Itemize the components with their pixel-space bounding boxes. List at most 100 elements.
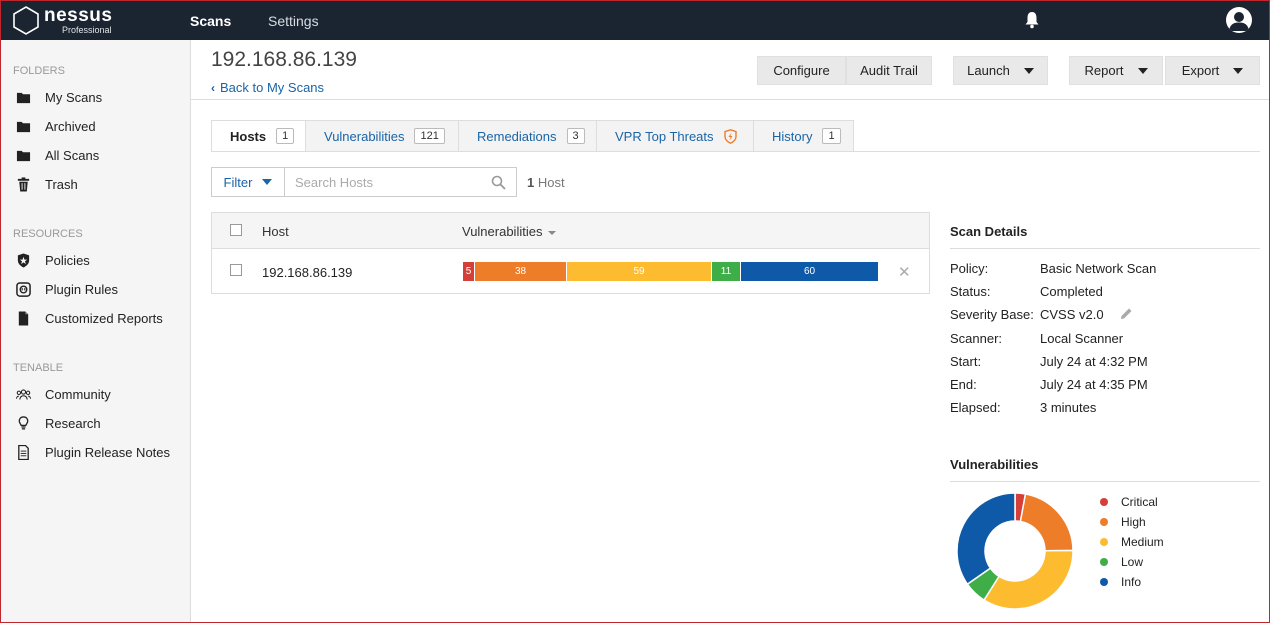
tab-count-badge: 1 [822,128,841,144]
severity-medium-segment[interactable]: 59 [567,262,711,281]
legend-dot [1100,558,1108,566]
sidebar-section-resources: RESOURCES [13,228,83,240]
tab-hosts[interactable]: Hosts 1 [211,120,306,152]
host-count-label: Host [537,175,565,190]
user-avatar-icon[interactable] [1226,7,1252,33]
launch-button[interactable]: Launch [953,56,1048,85]
sidebar-item-label: All Scans [45,147,100,163]
pencil-edit-icon[interactable] [1120,307,1133,320]
donut-slice-high[interactable] [1019,493,1074,552]
back-link-label: Back to My Scans [220,80,325,95]
launch-button-label: Launch [967,63,1010,78]
sidebar-item-label: Policies [45,252,90,268]
legend-low[interactable]: Low [1100,555,1143,569]
severity-critical-segment[interactable]: 5 [463,262,474,281]
report-button[interactable]: Report [1069,56,1163,85]
sidebar-item-policies[interactable]: Policies [14,250,90,270]
sidebar-item-my-scans[interactable]: My Scans [14,87,102,107]
notes-icon [14,444,32,460]
severity-low-segment[interactable]: 11 [712,262,740,281]
page-title: 192.168.86.139 [211,48,357,71]
sidebar-section-tenable: TENABLE [13,362,64,374]
trash-icon [14,176,32,192]
detail-label: Severity Base: [950,307,1034,322]
scan-details-divider [950,248,1260,249]
folder-icon [14,147,32,163]
legend-medium[interactable]: Medium [1100,535,1164,549]
bell-icon[interactable] [1024,11,1040,29]
scan-details-title: Scan Details [950,224,1028,239]
severity-high-segment[interactable]: 38 [475,262,566,281]
vulnerabilities-donut-chart[interactable] [955,491,1075,611]
select-all-checkbox[interactable] [230,224,242,236]
column-header-vulnerabilities[interactable]: Vulnerabilities [462,224,557,239]
tab-count-badge: 3 [566,128,585,144]
back-to-my-scans-link[interactable]: ‹ Back to My Scans [211,80,324,95]
detail-label: Scanner: [950,331,1003,346]
sidebar-item-research[interactable]: Research [14,413,101,433]
caret-down-icon [262,179,273,185]
row-host-ip[interactable]: 192.168.86.139 [262,265,352,280]
tab-history[interactable]: History 1 [754,120,854,152]
host-count-number: 1 [527,175,535,190]
sidebar-item-trash[interactable]: Trash [14,174,78,194]
detail-scanner-value: Local Scanner [1040,331,1124,346]
sidebar-item-archived[interactable]: Archived [14,116,96,136]
document-icon [14,310,32,326]
sidebar-item-customized-reports[interactable]: Customized Reports [14,308,163,328]
sidebar-item-label: Plugin Rules [45,281,118,297]
detail-severity-base-value: CVSS v2.0 [1040,307,1104,322]
search-icon[interactable] [491,175,506,190]
tab-remediations[interactable]: Remediations 3 [459,120,597,152]
lightbulb-icon [14,415,32,431]
sidebar-item-label: My Scans [45,89,103,105]
nessus-hexagon-icon [13,6,39,35]
vpr-shield-icon [723,128,737,144]
filter-button[interactable]: Filter [211,167,285,197]
people-icon [14,386,32,402]
severity-info-segment[interactable]: 60 [741,262,878,281]
brand-name: nessus [44,4,113,26]
host-count: 1 Host [527,175,565,190]
legend-dot [1100,538,1108,546]
tab-label: Hosts [230,128,267,144]
detail-status-value: Completed [1040,284,1103,299]
column-header-host[interactable]: Host [262,224,289,239]
remove-host-icon[interactable]: ✕ [898,263,911,281]
legend-critical[interactable]: Critical [1100,495,1158,509]
legend-label: Info [1121,575,1142,589]
tab-vulnerabilities[interactable]: Vulnerabilities 121 [306,120,459,152]
search-hosts-box [284,167,517,197]
caret-down-icon [1137,67,1148,74]
detail-label: Policy: [950,261,989,276]
nav-scans[interactable]: Scans [190,13,231,29]
nav-settings[interactable]: Settings [268,13,319,29]
sidebar-item-all-scans[interactable]: All Scans [14,145,99,165]
header-divider [191,99,1270,100]
sort-down-icon [548,230,557,235]
detail-end-value: July 24 at 4:35 PM [1040,377,1148,392]
tab-vpr-top-threats[interactable]: VPR Top Threats [597,120,754,152]
sidebar-section-folders: FOLDERS [13,65,65,77]
tab-count-badge: 121 [414,128,445,144]
sidebar-item-community[interactable]: Community [14,384,111,404]
row-checkbox[interactable] [230,264,242,276]
sidebar-item-label: Trash [45,176,78,192]
nessus-logo[interactable]: nessus Professional [12,5,112,35]
legend-high[interactable]: High [1100,515,1146,529]
export-button[interactable]: Export [1165,56,1260,85]
donut-slice-info[interactable] [956,492,1016,586]
severity-bar[interactable]: 5 38 59 11 60 [463,262,879,281]
sidebar-item-plugin-rules[interactable]: Plugin Rules [14,279,118,299]
folder-icon [14,89,32,105]
search-hosts-input[interactable] [285,168,485,196]
legend-info[interactable]: Info [1100,575,1141,589]
sidebar: FOLDERS My Scans Archived All Scans Tras… [0,40,191,623]
configure-button[interactable]: Configure [757,56,846,85]
sidebar-item-label: Research [45,415,101,431]
sidebar-item-plugin-release-notes[interactable]: Plugin Release Notes [14,442,170,462]
legend-dot [1100,498,1108,506]
hosts-table: Host Vulnerabilities 192.168.86.139 5 38… [211,212,930,294]
audit-trail-button[interactable]: Audit Trail [846,56,932,85]
filter-button-label: Filter [223,174,253,190]
